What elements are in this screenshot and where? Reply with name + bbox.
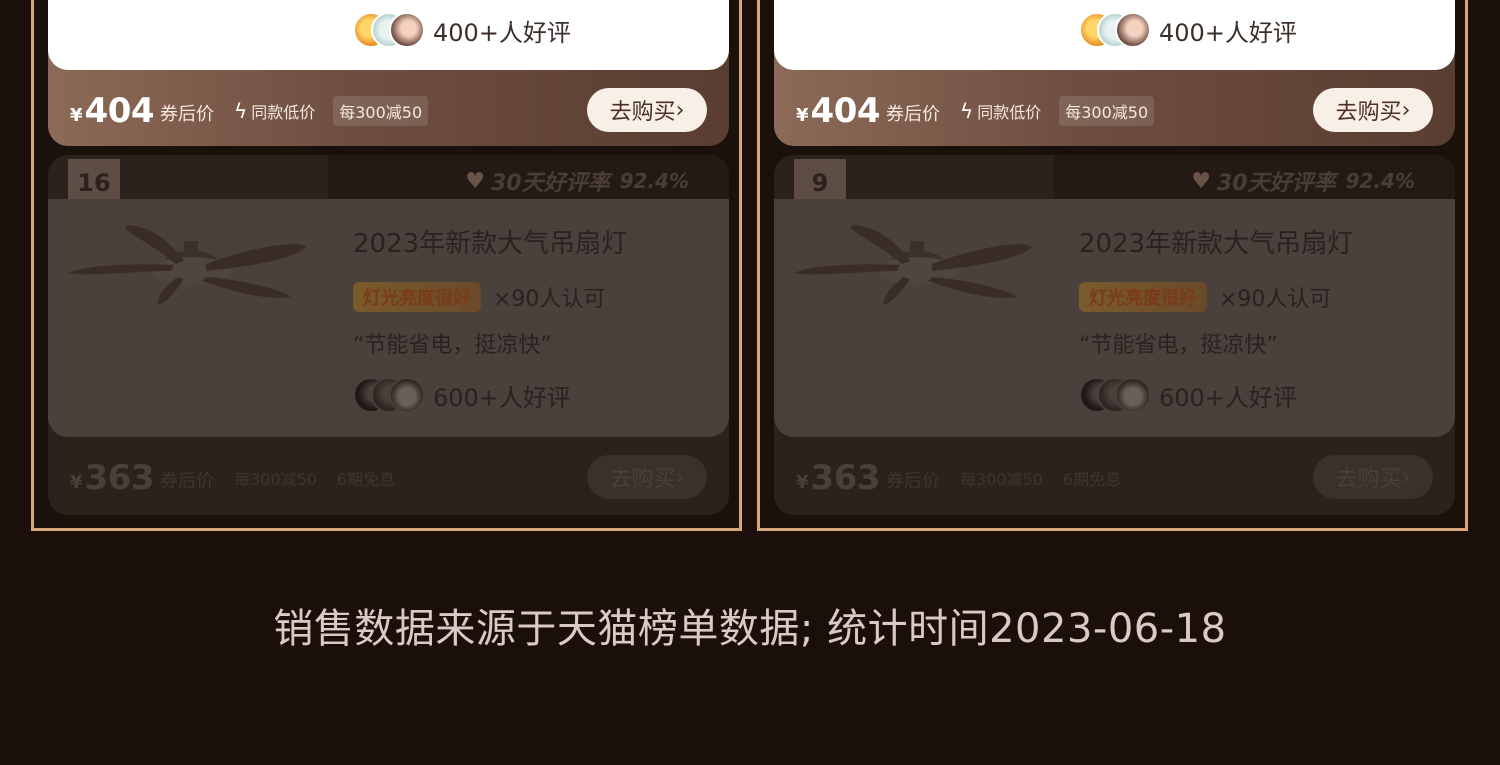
price-label: 券后价 <box>886 471 941 492</box>
avatar <box>389 377 425 413</box>
product-card[interactable]: 400+人好评 ¥ 404 券后价 ϟ 同款低价 每300减50 去购买 › <box>774 0 1455 146</box>
price-value: 363 <box>84 458 155 498</box>
discount-chip: 每300减50 <box>1059 96 1155 126</box>
rating-label: 30天好评率 <box>490 171 610 196</box>
reviews-count: 400+人好评 <box>433 18 571 47</box>
heart-icon: ♥ <box>465 168 485 194</box>
feature-tag: 灯光亮度很好 ×90人认可 <box>1079 281 1331 313</box>
price-bar: ¥ 404 券后价 ϟ 同款低价 每300减50 去购买 › <box>48 76 729 146</box>
price-value: 363 <box>810 458 881 498</box>
rating: ♥ 30天好评率 92.4% <box>465 165 689 197</box>
currency-symbol: ¥ <box>796 471 809 493</box>
currency-symbol: ¥ <box>70 104 83 126</box>
buy-button[interactable]: 去购买 › <box>587 455 707 499</box>
rating-value: 92.4% <box>619 169 689 193</box>
chevron-right-icon: › <box>675 464 685 490</box>
buy-button-label: 去购买 <box>1335 100 1402 125</box>
reviews-summary: 400+人好评 <box>1079 10 1297 50</box>
installment-chip: 6期免息 <box>336 470 396 489</box>
avatar <box>389 12 425 48</box>
product-info-panel: 2023年新款大气吊扇灯 灯光亮度很好 ×90人认可 “节能省电，挺凉快” 60… <box>774 199 1455 437</box>
review-quote: “节能省电，挺凉快” <box>353 333 552 358</box>
ceiling-fan-image <box>68 225 306 305</box>
chevron-right-icon: › <box>675 97 685 123</box>
currency-symbol: ¥ <box>796 104 809 126</box>
discount-chip: 每300减50 <box>960 470 1043 489</box>
reviewer-avatars <box>1079 10 1155 50</box>
feature-label: 灯光亮度很好 <box>353 282 481 312</box>
reviewer-avatars <box>353 10 429 50</box>
avatar <box>1115 377 1151 413</box>
reviewer-avatars <box>1079 375 1155 415</box>
buy-button-label: 去购买 <box>1335 467 1402 492</box>
product-info-panel: 2023年新款大气吊扇灯 灯光亮度很好 ×90人认可 “节能省电，挺凉快” 60… <box>48 199 729 437</box>
price-bar: ¥ 363 券后价 每300减50 6期免息 去购买 › <box>774 443 1455 513</box>
review-quote: “节能省电，挺凉快” <box>1079 333 1278 358</box>
rating-label: 30天好评率 <box>1216 171 1336 196</box>
price-value: 404 <box>84 91 155 131</box>
product-column-left: 400+人好评 ¥ 404 券后价 ϟ 同款低价 每300减50 去购买 › 1… <box>31 0 742 531</box>
bolt-icon: ϟ <box>960 99 974 123</box>
reviews-count: 600+人好评 <box>433 383 571 412</box>
price-label: 券后价 <box>886 104 941 125</box>
price-bar: ¥ 363 券后价 每300减50 6期免息 去购买 › <box>48 443 729 513</box>
feature-label: 灯光亮度很好 <box>1079 282 1207 312</box>
product-info-panel: 400+人好评 <box>48 0 729 70</box>
reviews-summary: 400+人好评 <box>353 10 571 50</box>
reviews-count: 600+人好评 <box>1159 383 1297 412</box>
feature-tag: 灯光亮度很好 ×90人认可 <box>353 281 605 313</box>
product-title: 2023年新款大气吊扇灯 <box>353 229 628 259</box>
ranked-product-card[interactable]: 16 ♥ 30天好评率 92.4% 2023年新款大气吊扇灯 灯光亮度很好 ×9… <box>48 155 729 515</box>
price-label: 券后价 <box>160 104 215 125</box>
ceiling-fan-image <box>794 225 1032 305</box>
chevron-right-icon: › <box>1401 97 1411 123</box>
product-title: 2023年新款大气吊扇灯 <box>1079 229 1354 259</box>
reviews-summary: 600+人好评 <box>1079 375 1297 415</box>
buy-button[interactable]: 去购买 › <box>587 88 707 132</box>
feature-count: ×90人认可 <box>493 287 606 312</box>
chevron-right-icon: › <box>1401 464 1411 490</box>
discount-chip: 每300减50 <box>234 470 317 489</box>
installment-chip: 6期免息 <box>1062 470 1122 489</box>
rating-value: 92.4% <box>1345 169 1415 193</box>
rating-strip: ♥ 30天好评率 92.4% <box>1054 155 1455 201</box>
heart-icon: ♥ <box>1191 168 1211 194</box>
reviews-summary: 600+人好评 <box>353 375 571 415</box>
price-bar: ¥ 404 券后价 ϟ 同款低价 每300减50 去购买 › <box>774 76 1455 146</box>
product-info-panel: 400+人好评 <box>774 0 1455 70</box>
buy-button-label: 去购买 <box>609 467 676 492</box>
product-card[interactable]: 400+人好评 ¥ 404 券后价 ϟ 同款低价 每300减50 去购买 › <box>48 0 729 146</box>
price-label: 券后价 <box>160 471 215 492</box>
reviews-count: 400+人好评 <box>1159 18 1297 47</box>
reviewer-avatars <box>353 375 429 415</box>
product-columns: 400+人好评 ¥ 404 券后价 ϟ 同款低价 每300减50 去购买 › 1… <box>0 0 1500 540</box>
discount-chip: 每300减50 <box>333 96 429 126</box>
promo-label: 同款低价 <box>977 103 1042 122</box>
feature-count: ×90人认可 <box>1219 287 1332 312</box>
promo-label: 同款低价 <box>251 103 316 122</box>
ranked-product-card[interactable]: 9 ♥ 30天好评率 92.4% 2023年新款大气吊扇灯 灯光亮度很好 ×90… <box>774 155 1455 515</box>
bolt-icon: ϟ <box>234 99 248 123</box>
rating: ♥ 30天好评率 92.4% <box>1191 165 1415 197</box>
product-column-right: 400+人好评 ¥ 404 券后价 ϟ 同款低价 每300减50 去购买 › 9 <box>757 0 1468 531</box>
currency-symbol: ¥ <box>70 471 83 493</box>
avatar <box>1115 12 1151 48</box>
rating-strip: ♥ 30天好评率 92.4% <box>328 155 729 201</box>
buy-button-label: 去购买 <box>609 100 676 125</box>
buy-button[interactable]: 去购买 › <box>1313 88 1433 132</box>
data-source-note: 销售数据来源于天猫榜单数据; 统计时间2023-06-18 <box>273 606 1227 652</box>
price-value: 404 <box>810 91 881 131</box>
buy-button[interactable]: 去购买 › <box>1313 455 1433 499</box>
